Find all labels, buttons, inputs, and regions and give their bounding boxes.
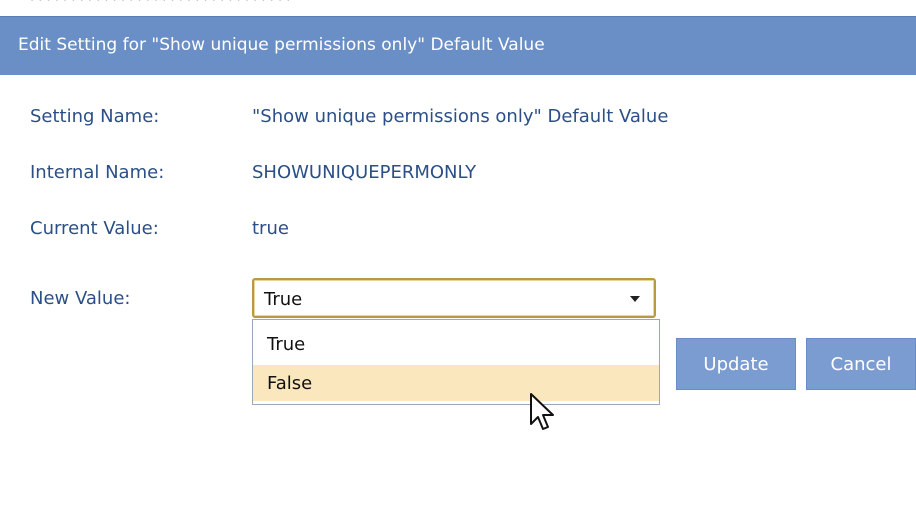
dialog-page: · · · · · · · · · · · · · · · · · · · · … — [0, 0, 916, 529]
internal-name-value: SHOWUNIQUEPERMONLY — [252, 162, 477, 183]
new-value-select[interactable]: True — [252, 278, 656, 318]
setting-name-value: "Show unique permissions only" Default V… — [252, 106, 669, 127]
dropdown-option-label: True — [267, 334, 306, 355]
dropdown-option-label: False — [267, 373, 313, 394]
cut-off-background-text: · · · · · · · · · · · · · · · · · · · · … — [30, 0, 291, 9]
new-value-dropdown-list: True False — [252, 319, 660, 405]
arrow-cursor-icon — [530, 393, 554, 430]
select-current-value: True — [264, 289, 303, 310]
setting-name-label: Setting Name: — [30, 106, 160, 127]
cancel-button[interactable]: Cancel — [806, 338, 916, 390]
dialog-title-bar: Edit Setting for "Show unique permission… — [0, 16, 916, 75]
background-page-remnant: · · · · · · · · · · · · · · · · · · · · … — [0, 0, 916, 16]
dropdown-option-false[interactable]: False — [253, 365, 659, 401]
update-button[interactable]: Update — [676, 338, 796, 390]
current-value-label: Current Value: — [30, 218, 159, 239]
new-value-label: New Value: — [30, 288, 131, 309]
internal-name-label: Internal Name: — [30, 162, 165, 183]
chevron-down-icon[interactable] — [630, 296, 640, 302]
current-value-value: true — [252, 218, 289, 239]
dialog-title: Edit Setting for "Show unique permission… — [18, 35, 545, 55]
dropdown-option-true[interactable]: True — [253, 326, 659, 362]
